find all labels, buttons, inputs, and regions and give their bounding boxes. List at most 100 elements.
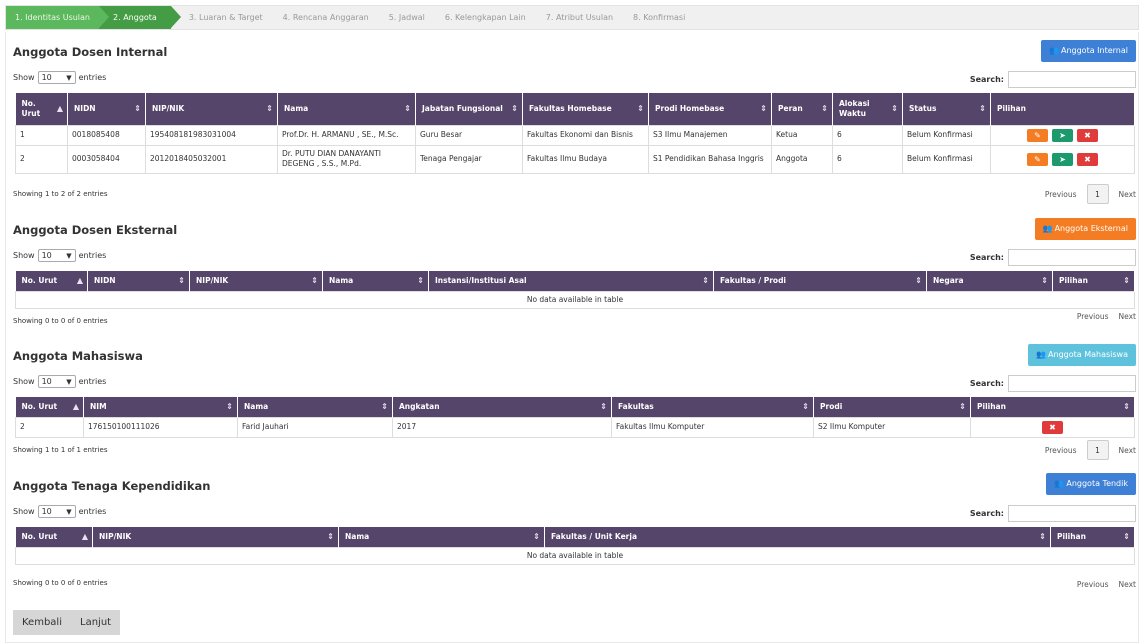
col-no-urut[interactable]: No. Urut ▲ (15, 527, 93, 547)
cell: 0018085408 (67, 124, 146, 146)
col-nidn[interactable]: NIDN ⇕ (87, 271, 190, 291)
tendik-entries-select[interactable]: 10 ▼ (37, 505, 76, 518)
internal-table: No. Urut ▲ NIDN ⇕ NIP/NIK ⇕ Nama ⇕ Jabatan F… (15, 93, 1135, 174)
col-nama[interactable]: Nama ⇕ (322, 271, 429, 291)
col-alokasi-waktu[interactable]: Alokasi Waktu ⇕ (832, 93, 903, 125)
col-fakultas-prodi[interactable]: Fakultas / Prodi ⇕ (713, 271, 927, 291)
col-nip-nik[interactable]: NIP/NIK ⇕ (92, 527, 339, 547)
step-identitas-usulan[interactable]: 1. Identitas Usulan (6, 6, 110, 29)
send-button[interactable]: ➤ (1052, 128, 1073, 142)
col-jabatan[interactable]: Jabatan Fungsional ⇕ (415, 93, 523, 125)
mahasiswa-entries-select[interactable]: 10 ▼ (37, 375, 76, 388)
previous-button[interactable]: Previous (1045, 446, 1077, 455)
cell: Prof.Dr. H. ARMANU , SE., M.Sc. (277, 124, 416, 146)
col-no-urut[interactable]: No. Urut ▲ (15, 93, 68, 125)
col-pilihan[interactable]: Pilihan ⇕ (1052, 271, 1135, 291)
col-fakultas[interactable]: Fakultas ⇕ (611, 397, 814, 417)
col-pilihan[interactable]: Pilihan ⇕ (1050, 527, 1135, 547)
internal-entries-select[interactable]: 10 ▼ (37, 71, 76, 84)
previous-button[interactable]: Previous (1077, 312, 1109, 321)
entries-value: 10 (41, 251, 52, 260)
col-negara[interactable]: Negara ⇕ (926, 271, 1053, 291)
step-jadwal[interactable]: 5. Jadwal (379, 6, 435, 29)
add-internal-button[interactable]: 👥 Anggota Internal (1040, 40, 1136, 62)
pencil-icon: ✎ (1034, 154, 1041, 164)
caret-down-icon: ▼ (66, 251, 72, 260)
col-instansi[interactable]: Instansi/Institusi Asal ⇕ (428, 271, 714, 291)
sort-icon: ⇕ (760, 103, 767, 113)
add-eksternal-button[interactable]: 👥 Anggota Eksternal (1034, 218, 1136, 240)
actions-cell: ✎ ➤ ✖ (990, 144, 1135, 174)
next-button[interactable]: Next (1119, 312, 1136, 321)
edit-button[interactable]: ✎ (1027, 128, 1048, 142)
mahasiswa-pagination: Previous 1 Next (1045, 440, 1136, 460)
step-luaran-target[interactable]: 3. Luaran & Target (171, 6, 273, 29)
col-nama[interactable]: Nama ⇕ (237, 397, 393, 417)
col-pilihan: Pilihan (990, 93, 1135, 125)
col-nidn[interactable]: NIDN ⇕ (67, 93, 146, 125)
entries-label: entries (78, 251, 107, 260)
search-label: Search: (969, 253, 1004, 262)
send-button[interactable]: ➤ (1052, 152, 1073, 166)
eksternal-entries-select[interactable]: 10 ▼ (37, 249, 76, 262)
user-plus-icon: 👥 (1054, 479, 1065, 488)
sort-asc-icon: ▲ (76, 275, 83, 285)
search-label: Search: (969, 509, 1004, 518)
add-mahasiswa-button[interactable]: 👥 Anggota Mahasiswa (1028, 344, 1136, 366)
step-rencana-anggaran[interactable]: 4. Rencana Anggaran (273, 6, 379, 29)
previous-button[interactable]: Previous (1077, 580, 1109, 589)
col-no-urut[interactable]: No. Urut ▲ (15, 271, 88, 291)
entries-label: entries (78, 73, 107, 82)
edit-button[interactable]: ✎ (1027, 152, 1048, 166)
add-tendik-button[interactable]: 👥 Anggota Tendik (1046, 473, 1136, 495)
mahasiswa-search-input[interactable] (1008, 375, 1136, 392)
internal-length-control: Show 10 ▼ entries (13, 71, 106, 84)
back-button[interactable]: Kembali (13, 610, 71, 635)
page-1-button[interactable]: 1 (1086, 184, 1109, 204)
cell: Fakultas Ilmu Komputer (611, 416, 814, 438)
col-nip-nik[interactable]: NIP/NIK ⇕ (145, 93, 278, 125)
times-icon: ✖ (1049, 422, 1056, 432)
col-fakultas-homebase[interactable]: Fakultas Homebase ⇕ (522, 93, 649, 125)
next-button[interactable]: Next (1119, 446, 1136, 455)
col-nama[interactable]: Nama ⇕ (277, 93, 416, 125)
delete-button[interactable]: ✖ (1077, 152, 1098, 166)
next-step-button[interactable]: Lanjut (71, 610, 121, 635)
step-atribut-usulan[interactable]: 7. Atribut Usulan (536, 6, 623, 29)
paper-plane-icon: ➤ (1059, 130, 1066, 140)
next-button[interactable]: Next (1119, 580, 1136, 589)
mahasiswa-length-control: Show 10 ▼ entries (13, 375, 106, 388)
next-button[interactable]: Next (1119, 190, 1136, 199)
col-peran[interactable]: Peran ⇕ (771, 93, 833, 125)
col-nim[interactable]: NIM ⇕ (83, 397, 238, 417)
col-prodi-homebase[interactable]: Prodi Homebase ⇕ (648, 93, 772, 125)
previous-button[interactable]: Previous (1045, 190, 1077, 199)
col-angkatan[interactable]: Angkatan ⇕ (392, 397, 612, 417)
sort-asc-icon: ▲ (56, 103, 63, 113)
add-eksternal-label: Anggota Eksternal (1054, 224, 1128, 233)
mahasiswa-title: Anggota Mahasiswa (13, 349, 143, 363)
col-nip-nik[interactable]: NIP/NIK ⇕ (189, 271, 323, 291)
sort-icon: ⇕ (533, 531, 540, 541)
show-label: Show (13, 251, 35, 260)
step-kelengkapan-lain[interactable]: 6. Kelengkapan Lain (435, 6, 536, 29)
tendik-length-control: Show 10 ▼ entries (13, 505, 106, 518)
internal-search-input[interactable] (1008, 71, 1136, 88)
step-konfirmasi[interactable]: 8. Konfirmasi (623, 6, 695, 29)
col-no-urut[interactable]: No. Urut ▲ (15, 397, 84, 417)
eksternal-search-input[interactable] (1008, 249, 1136, 266)
entries-value: 10 (41, 377, 52, 386)
delete-button[interactable]: ✖ (1077, 128, 1098, 142)
cell: 6 (832, 124, 903, 146)
col-nama[interactable]: Nama ⇕ (338, 527, 545, 547)
col-pilihan[interactable]: Pilihan ⇕ (970, 397, 1135, 417)
tendik-search-input[interactable] (1008, 505, 1136, 522)
step-anggota[interactable]: 2. Anggota (99, 6, 181, 29)
sort-asc-icon: ▲ (81, 531, 88, 541)
delete-button[interactable]: ✖ (1042, 420, 1063, 434)
col-prodi[interactable]: Prodi ⇕ (813, 397, 971, 417)
col-status[interactable]: Status ⇕ (902, 93, 991, 125)
page-1-button[interactable]: 1 (1086, 440, 1109, 460)
col-fakultas-unit[interactable]: Fakultas / Unit Kerja ⇕ (544, 527, 1051, 547)
eksternal-pagination: Previous Next (1077, 312, 1136, 321)
